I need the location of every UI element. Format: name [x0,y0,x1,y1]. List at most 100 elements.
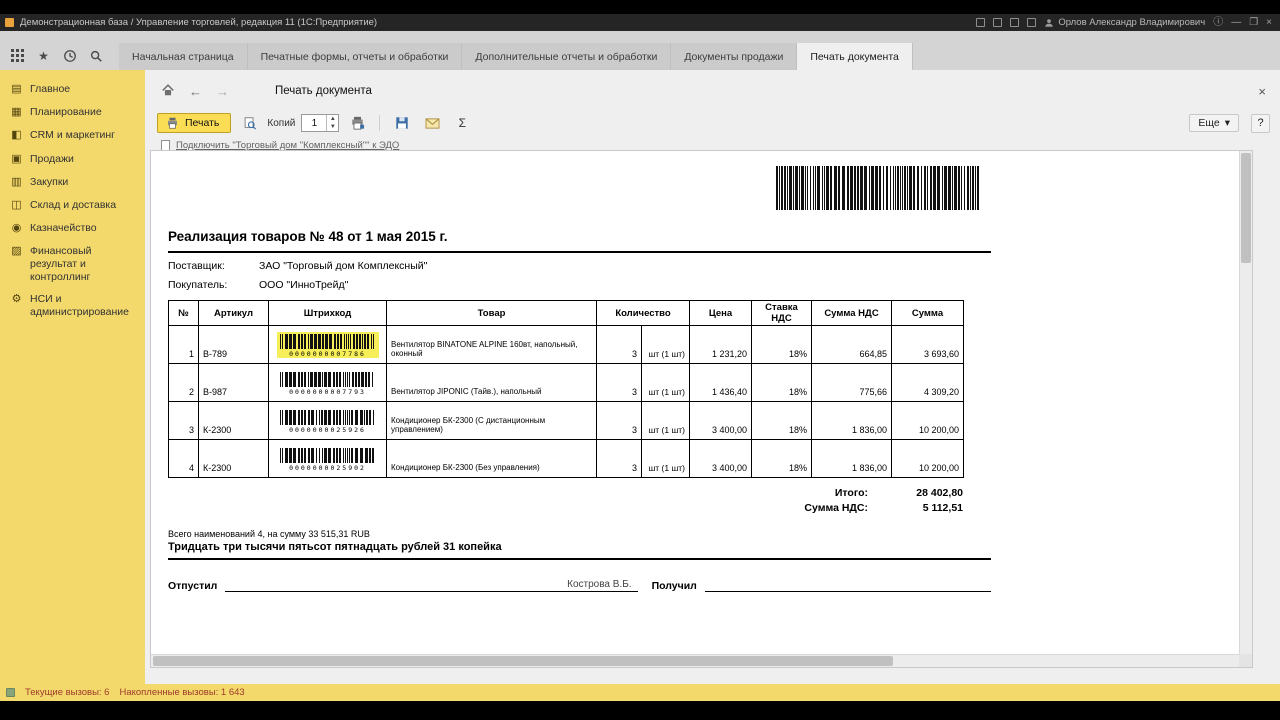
page-title: Печать документа [275,85,372,97]
barcode-image [279,333,374,349]
vertical-scrollbar[interactable] [1239,151,1252,654]
col-price: Цена [689,300,752,326]
vat-total-label: Сумма НДС: [804,502,868,514]
buyer-value: ООО "ИнноТрейд" [259,279,349,291]
copies-value[interactable]: 1 [302,115,326,131]
table-row: 1 В-789 0000000007786 Вентилятор BINATON… [168,325,964,364]
user-icon [1045,18,1054,27]
barcode-image [279,371,373,387]
sidebar-item-treasury[interactable]: ◉ Казначейство [0,217,145,240]
purchases-icon: ▥ [11,175,22,188]
print-toolbar: Печать Копий 1 ▲ ▼ Σ Еще ▾ ? [157,110,1270,136]
window-title: Демонстрационная база / Управление торго… [20,17,378,28]
items-summary: Всего наименований 4, на сумму 33 515,31… [168,529,370,539]
titlebar-tool-icon[interactable] [1027,18,1037,27]
sales-icon: ▣ [11,152,22,165]
tab-home[interactable]: Начальная страница [119,43,248,70]
spin-down-icon[interactable]: ▼ [327,123,338,131]
supplier-value: ЗАО "Торговый дом Комплексный" [259,260,428,272]
table-row: 2 В-987 0000000007793 Вентилятор JIPONIC… [168,363,964,402]
spin-up-icon[interactable]: ▲ [327,115,338,123]
horizontal-scrollbar-thumb[interactable] [153,656,893,666]
letterbox-top [0,0,1280,14]
printer-settings-icon[interactable] [345,113,369,134]
warehouse-icon: ◫ [11,198,22,211]
minimize-icon[interactable]: — [1231,17,1241,28]
history-icon[interactable] [62,48,77,63]
sidebar-item-financial-result[interactable]: ▨ Финансовый результат и контроллинг [0,240,145,288]
save-icon[interactable] [390,113,414,134]
titlebar-tool-icon[interactable] [976,18,986,27]
open-tabs: Начальная страница Печатные формы, отчет… [119,43,913,70]
print-preview-viewer[interactable]: Реализация товаров № 48 от 1 мая 2015 г.… [150,150,1253,668]
horizontal-scrollbar[interactable] [151,654,1239,667]
forward-arrow-icon[interactable]: → [216,85,229,98]
tab-additional-reports[interactable]: Дополнительные отчеты и обработки [462,43,672,70]
col-barcode: Штрихкод [268,300,387,326]
barcode-image [279,409,374,425]
toolbar-separator [379,115,381,131]
received-label: Получил [651,580,697,592]
barcode-digits: 0000000025926 [289,425,366,434]
amount-in-words: Тридцать три тысячи пятьсот пятнадцать р… [168,541,991,560]
letterbox-bottom [0,701,1280,720]
chevron-down-icon: ▾ [1224,117,1230,129]
received-signature-line [704,577,991,592]
sidebar-item-planning[interactable]: ▦ Планирование [0,101,145,124]
treasury-icon: ◉ [11,222,22,235]
more-button[interactable]: Еще ▾ [1189,114,1239,132]
col-num: № [168,300,199,326]
window-close-icon[interactable]: × [1266,17,1272,28]
document-page[interactable]: Реализация товаров № 48 от 1 мая 2015 г.… [151,151,1239,654]
tab-print-forms[interactable]: Печатные формы, отчеты и обработки [247,43,463,70]
tab-print-document[interactable]: Печать документа [797,43,913,70]
app-icon [5,18,14,27]
info-icon[interactable]: ⓘ [1213,17,1223,28]
planning-icon: ▦ [11,106,22,119]
favorites-icon[interactable]: ★ [36,48,51,63]
back-arrow-icon[interactable]: ← [189,85,202,98]
current-calls: Текущие вызовы: 6 [25,687,110,698]
scrollbar-corner [1239,654,1252,667]
sidebar-item-purchases[interactable]: ▥ Закупки [0,171,145,194]
crm-icon: ◧ [11,129,22,142]
sidebar-item-sales[interactable]: ▣ Продажи [0,148,145,171]
sidebar-item-nsi-admin[interactable]: ⚙ НСИ и администрирование [0,288,145,323]
main-menu-icon[interactable] [10,48,25,63]
released-label: Отпустил [168,580,218,592]
sidebar-item-main[interactable]: ▤ Главное [0,78,145,101]
form-header: ← → Печать документа × [161,80,1270,102]
sidebar-item-crm[interactable]: ◧ CRM и маркетинг [0,124,145,147]
titlebar-tool-icon[interactable] [993,18,1003,27]
released-by-name: Кострова В.Б. [567,579,632,590]
home-icon[interactable] [161,83,175,99]
maximize-icon[interactable]: ❐ [1249,17,1258,28]
row-barcode: 0000000025926 [277,408,379,434]
help-button[interactable]: ? [1251,113,1270,133]
tab-sales-documents[interactable]: Документы продажи [671,43,798,70]
col-product: Товар [386,300,597,326]
print-button[interactable]: Печать [157,113,232,133]
accumulated-calls: Накопленные вызовы: 1 643 [119,687,245,698]
copies-spinner[interactable]: ▲ ▼ [326,115,338,131]
copies-label: Копий [267,117,296,129]
search-icon[interactable] [88,48,103,63]
row-barcode: 0000000007786 [276,331,379,358]
total-value: 28 402,80 [916,487,963,499]
finance-icon: ▨ [11,245,22,258]
tab-strip: ★ Начальная страница Печатные формы, отч… [0,31,1280,70]
close-form-icon[interactable]: × [1254,84,1270,99]
sum-sigma-icon[interactable]: Σ [450,113,474,134]
main-content: ← → Печать документа × Печать Копий 1 ▲ … [145,70,1280,684]
app-window: Демонстрационная база / Управление торго… [0,0,1280,720]
supplier-label: Поставщик: [168,260,225,272]
print-preview-icon[interactable] [237,113,261,134]
titlebar-tool-icon[interactable] [1010,18,1020,27]
vertical-scrollbar-thumb[interactable] [1241,153,1251,263]
email-icon[interactable] [420,113,444,134]
table-header-row: № Артикул Штрихкод Товар Количество Цена… [168,300,964,326]
sidebar-item-warehouse[interactable]: ◫ Склад и доставка [0,194,145,217]
copies-stepper[interactable]: 1 ▲ ▼ [301,114,340,132]
barcode-image [279,447,374,463]
buyer-label: Покупатель: [168,279,228,291]
